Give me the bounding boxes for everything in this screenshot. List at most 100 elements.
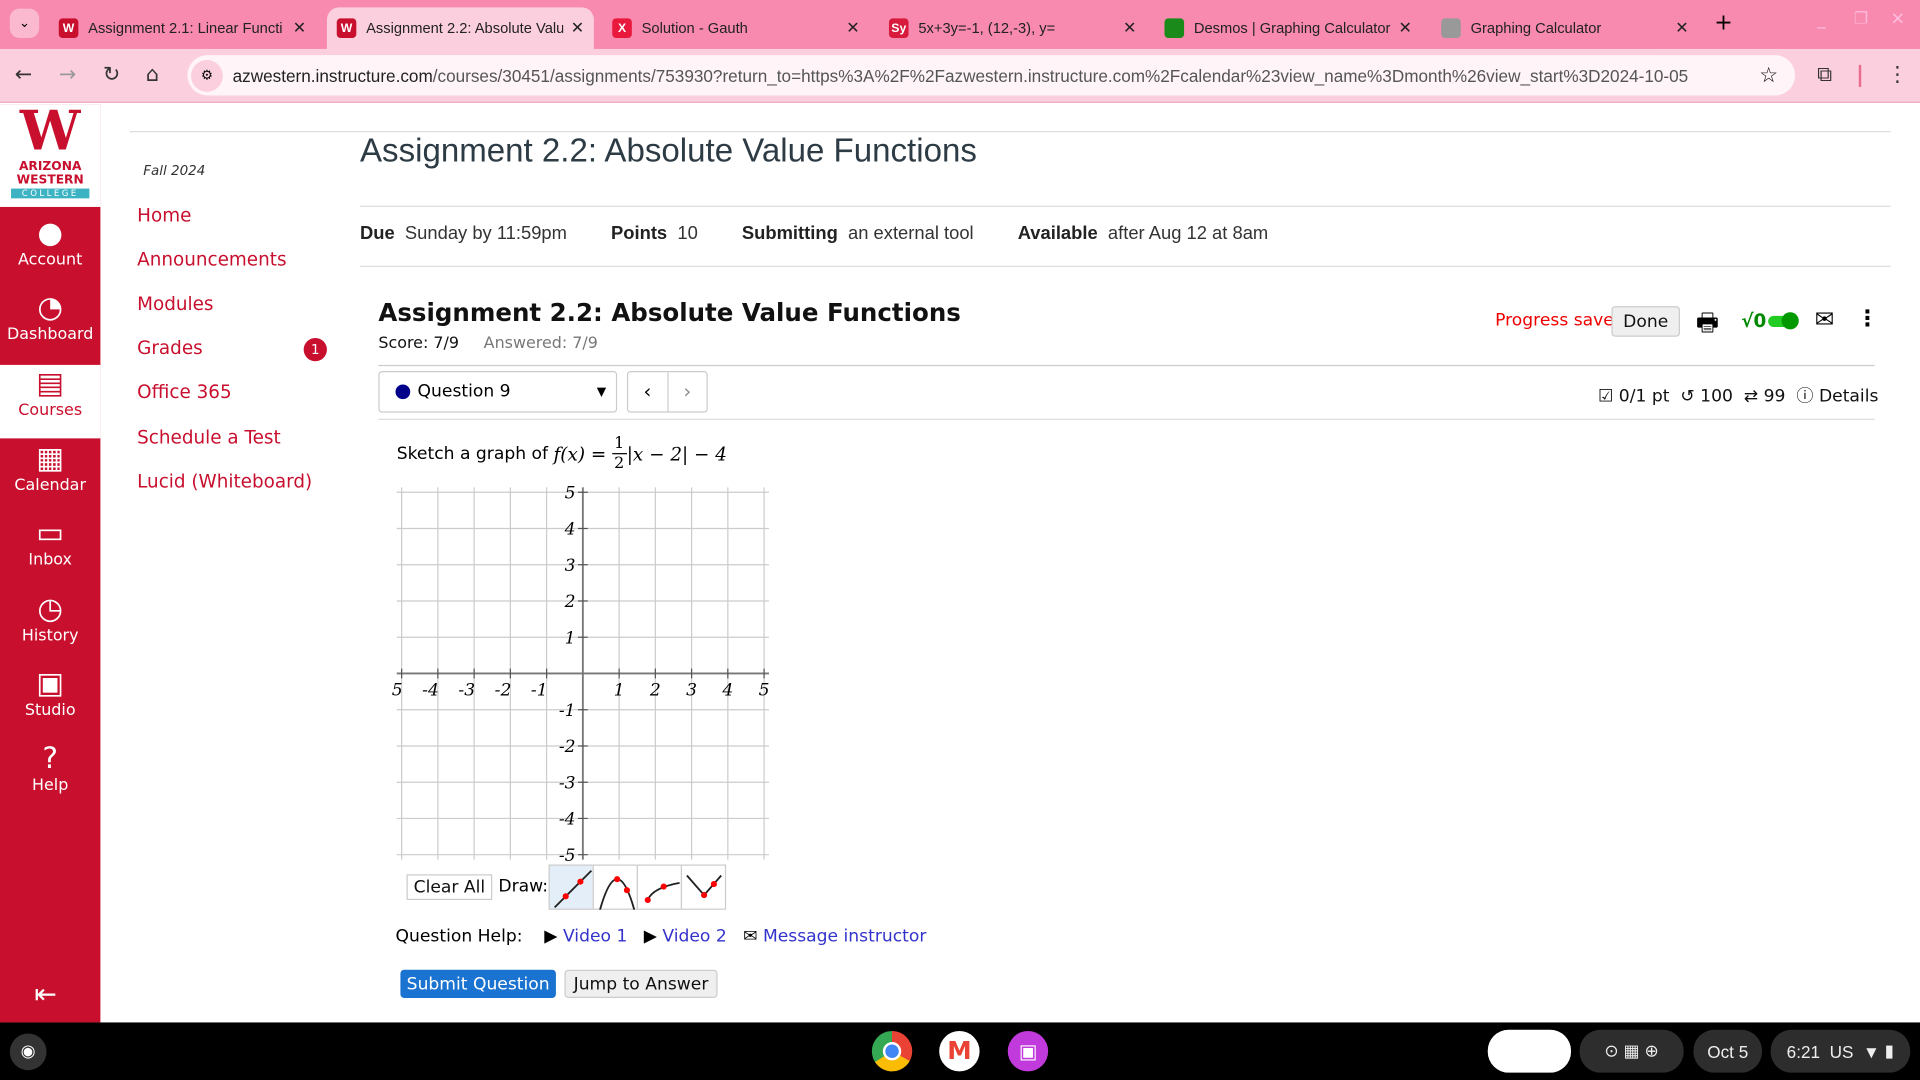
video-1-link[interactable]: Video 1 — [563, 927, 627, 947]
checkbox-icon: ☑ — [1597, 386, 1614, 407]
tab[interactable]: Sy 5x+3y=-1, (12,-3), y= ✕ — [879, 7, 1146, 49]
forward-icon[interactable]: → — [59, 62, 76, 86]
prompt-text: Sketch a graph of — [396, 443, 549, 464]
tool-title: Assignment 2.2: Absolute Value Functions — [378, 297, 961, 327]
nav-label: Courses — [18, 401, 83, 420]
next-question-button[interactable]: › — [668, 372, 707, 411]
close-tab-icon[interactable]: ✕ — [1398, 18, 1411, 38]
close-tab-icon[interactable]: ✕ — [846, 18, 859, 38]
due-label: Due — [360, 222, 395, 244]
launcher-button[interactable]: ◉ — [9, 1033, 47, 1071]
tab-title: Assignment 2.1: Linear Functi — [88, 19, 283, 37]
site-settings-icon[interactable]: ⚙ — [191, 59, 223, 92]
tab-title: Solution - Gauth — [641, 19, 748, 37]
close-tab-icon[interactable]: ✕ — [1675, 18, 1688, 38]
tab-search-button[interactable]: ⌄ — [9, 8, 40, 38]
jump-to-answer-button[interactable]: Jump to Answer — [564, 969, 718, 998]
tab-title: Graphing Calculator — [1470, 19, 1602, 37]
system-tray[interactable]: 6:21 US ▼ ▮ — [1770, 1029, 1911, 1073]
tab[interactable]: Desmos | Graphing Calculator ✕ — [1155, 7, 1422, 49]
tab[interactable]: Graphing Calculator ✕ — [1431, 7, 1698, 49]
address-bar[interactable]: ⚙ azwestern.instructure.com/courses/3045… — [187, 55, 1796, 96]
page-title: Assignment 2.2: Absolute Value Functions — [360, 132, 977, 169]
minimize-icon[interactable]: _ — [1817, 10, 1826, 30]
browser-tab-strip: ⌄ W Assignment 2.1: Linear Functi ✕ W Assign… — [0, 0, 1920, 49]
nav-inbox[interactable]: ▭ Inbox — [0, 515, 100, 570]
close-tab-icon[interactable]: ✕ — [1123, 18, 1136, 38]
attempts-icon: ⇄ — [1743, 386, 1759, 407]
more-options-icon[interactable]: ⋮ — [1856, 306, 1878, 332]
nav-label: Help — [32, 776, 69, 795]
new-tab-button[interactable]: + — [1714, 10, 1732, 36]
absolute-value-tool-button[interactable] — [680, 864, 727, 910]
question-help: Question Help: ▶ Video 1 ▶ Video 2 ✉ Mes… — [396, 927, 927, 947]
clear-all-button[interactable]: Clear All — [406, 874, 493, 901]
nav-studio[interactable]: ▣ Studio — [0, 665, 100, 720]
chrome-app-icon[interactable] — [871, 1031, 913, 1072]
course-nav-item[interactable]: Schedule a Test — [137, 426, 281, 448]
nav-dashboard[interactable]: ◔ Dashboard — [0, 289, 100, 345]
nav-help[interactable]: ? Help — [0, 740, 100, 795]
desmos-icon — [1164, 18, 1185, 38]
battery-icon: ▮ — [1884, 1040, 1895, 1061]
close-tab-icon[interactable]: ✕ — [293, 18, 306, 38]
browser-menu-icon[interactable]: ⋮ — [1887, 62, 1908, 86]
tab[interactable]: W Assignment 2.2: Absolute Valu ✕ — [326, 7, 594, 49]
bookmark-star-icon[interactable]: ☆ — [1759, 63, 1778, 87]
course-nav-item[interactable]: Office 365 — [137, 381, 232, 403]
video-2-link[interactable]: Video 2 — [662, 927, 726, 947]
divider — [1858, 64, 1862, 87]
question-select-value: Question 9 — [417, 382, 511, 402]
calendar-icon: ▦ — [36, 440, 65, 475]
course-nav-item[interactable]: Home — [137, 204, 191, 226]
prev-question-button[interactable]: ‹ — [628, 372, 668, 412]
done-button[interactable]: Done — [1611, 306, 1681, 337]
print-icon[interactable]: 🖶 — [1696, 305, 1719, 347]
line-tool-button[interactable] — [548, 864, 594, 910]
course-nav-item[interactable]: Modules — [137, 293, 213, 315]
tote-windows[interactable] — [1487, 1029, 1572, 1073]
parabola-tool-button[interactable] — [592, 864, 638, 911]
question-select[interactable]: Question 9 ▼ — [378, 371, 618, 413]
course-nav-item[interactable]: Grades — [137, 337, 203, 359]
nav-account[interactable]: ● Account — [0, 214, 100, 270]
wifi-icon: ▼ — [1862, 1041, 1880, 1062]
fraction-numerator: 1 — [611, 435, 627, 455]
video-icon: ▶ — [643, 926, 657, 947]
home-icon[interactable]: ⌂ — [146, 62, 159, 86]
account-icon: ● — [37, 215, 64, 250]
tab[interactable]: W Assignment 2.1: Linear Functi ✕ — [49, 7, 316, 49]
graph-canvas[interactable]: -5 -4 -3 -2 -1 1 2 3 4 5 5 4 3 2 1 -1 -2 -3 -4 -5 — [392, 484, 774, 864]
sqrt-tool-button[interactable] — [636, 864, 683, 910]
app-icon[interactable]: ▣ — [1007, 1031, 1049, 1072]
collapse-nav-icon[interactable]: ⇤ — [34, 980, 57, 1011]
date-display[interactable]: Oct 5 — [1693, 1029, 1763, 1073]
back-icon[interactable]: ← — [15, 62, 32, 86]
url-domain: azwestern.instructure.com — [232, 65, 433, 86]
close-tab-icon[interactable]: ✕ — [571, 18, 584, 38]
email-icon[interactable]: ✉ — [1815, 306, 1834, 333]
extensions-icon[interactable]: ⧉ — [1817, 62, 1832, 86]
college-logo[interactable]: W ARIZONA WESTERN COLLEGE — [0, 103, 101, 207]
message-instructor-link[interactable]: Message instructor — [763, 927, 926, 947]
gmail-app-icon[interactable]: M — [939, 1031, 980, 1072]
course-nav-item[interactable]: Lucid (Whiteboard) — [137, 470, 312, 492]
tab[interactable]: X Solution - Gauth ✕ — [602, 7, 869, 49]
submit-question-button[interactable]: Submit Question — [400, 969, 556, 998]
reload-icon[interactable]: ↻ — [103, 62, 120, 86]
nav-history[interactable]: ◷ History — [0, 590, 100, 645]
close-window-icon[interactable]: ✕ — [1891, 10, 1905, 30]
nav-label: Inbox — [28, 551, 72, 570]
points-label: Points — [611, 222, 668, 244]
math-toggle[interactable]: √0 — [1741, 309, 1802, 333]
details-button[interactable]: ⓘ Details — [1796, 387, 1878, 407]
info-icon: ⓘ — [1796, 386, 1814, 407]
tab-title: Assignment 2.2: Absolute Valu — [366, 19, 564, 37]
canvas-w-icon: W — [58, 18, 79, 38]
nav-courses[interactable]: ▤ Courses — [0, 364, 101, 438]
y-tick-label: 3 — [565, 556, 576, 576]
maximize-icon[interactable]: ❐ — [1854, 10, 1868, 28]
course-nav-item[interactable]: Announcements — [137, 249, 286, 271]
status-icons[interactable]: ⊙ ▦ ⊕ — [1579, 1029, 1684, 1073]
nav-calendar[interactable]: ▦ Calendar — [0, 439, 100, 495]
